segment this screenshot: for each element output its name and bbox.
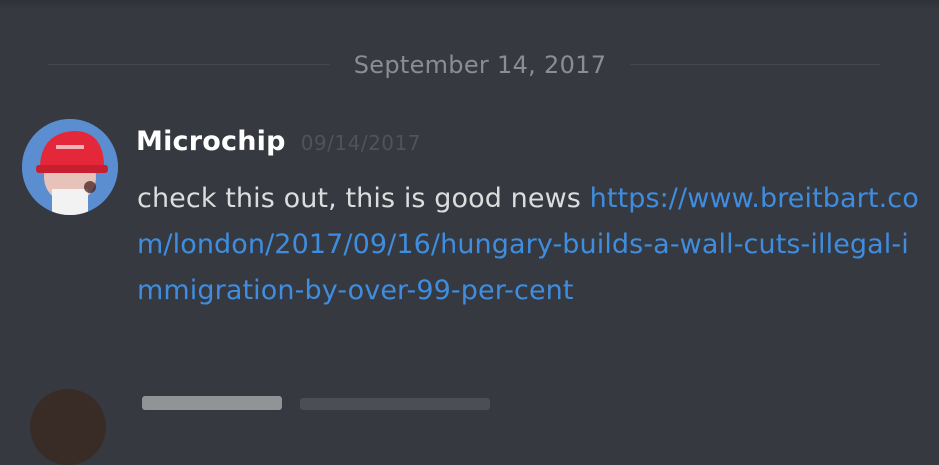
- chat-screen: { "divider": { "date": "September 14, 20…: [0, 0, 939, 465]
- next-message-author: [142, 396, 282, 410]
- previous-message-fragment: [185, 0, 705, 4]
- message-timestamp: 09/14/2017: [300, 131, 421, 155]
- user-avatar[interactable]: [22, 119, 118, 215]
- date-divider: September 14, 2017: [0, 44, 939, 84]
- avatar-red-cap-icon: [22, 119, 118, 215]
- date-label: September 14, 2017: [353, 51, 607, 79]
- next-message-timestamp: [300, 398, 490, 410]
- chat-message: Microchip 09/14/2017 check this out, thi…: [0, 112, 939, 372]
- next-message-avatar: [30, 389, 106, 465]
- divider-line-left: [48, 64, 330, 65]
- message-content: check this out, this is good news https:…: [137, 176, 927, 314]
- author-name[interactable]: Microchip: [136, 126, 286, 157]
- divider-line-right: [630, 64, 880, 65]
- message-header: Microchip 09/14/2017: [136, 126, 736, 166]
- message-text: check this out, this is good news: [137, 183, 590, 214]
